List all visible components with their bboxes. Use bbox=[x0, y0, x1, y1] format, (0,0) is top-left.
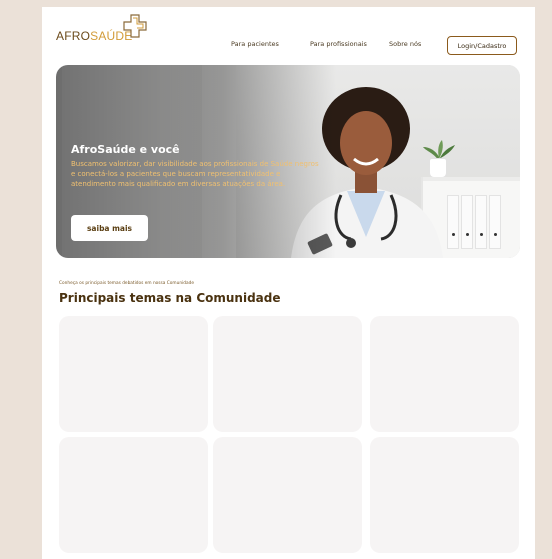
topic-card[interactable] bbox=[59, 437, 208, 553]
hero-description: Buscamos valorizar, dar visibilidade aos… bbox=[71, 160, 319, 188]
page: AFRO SAÚDE Para pacientes Para profission… bbox=[42, 7, 535, 559]
nav-para-profissionais[interactable]: Para profissionais bbox=[310, 40, 367, 48]
section-title: Principais temas na Comunidade bbox=[59, 291, 281, 305]
topic-card[interactable] bbox=[370, 437, 519, 553]
topic-card[interactable] bbox=[370, 316, 519, 432]
header: AFRO SAÚDE Para pacientes Para profission… bbox=[42, 7, 535, 59]
main-nav: Para pacientes Para profissionais Sobre … bbox=[42, 36, 535, 58]
nav-sobre-nos[interactable]: Sobre nós bbox=[389, 40, 421, 48]
section-kicker: Conheça os principais temas debatidos em… bbox=[59, 281, 194, 286]
saiba-mais-button[interactable]: saiba mais bbox=[71, 215, 148, 241]
login-button[interactable]: Login/Cadastro bbox=[447, 36, 517, 55]
nav-para-pacientes[interactable]: Para pacientes bbox=[231, 40, 279, 48]
topic-card[interactable] bbox=[59, 316, 208, 432]
hero-banner: AfroSaúde e você Buscamos valorizar, dar… bbox=[56, 65, 520, 258]
topic-card[interactable] bbox=[213, 316, 362, 432]
hero-title: AfroSaúde e você bbox=[71, 143, 180, 156]
topic-card[interactable] bbox=[213, 437, 362, 553]
